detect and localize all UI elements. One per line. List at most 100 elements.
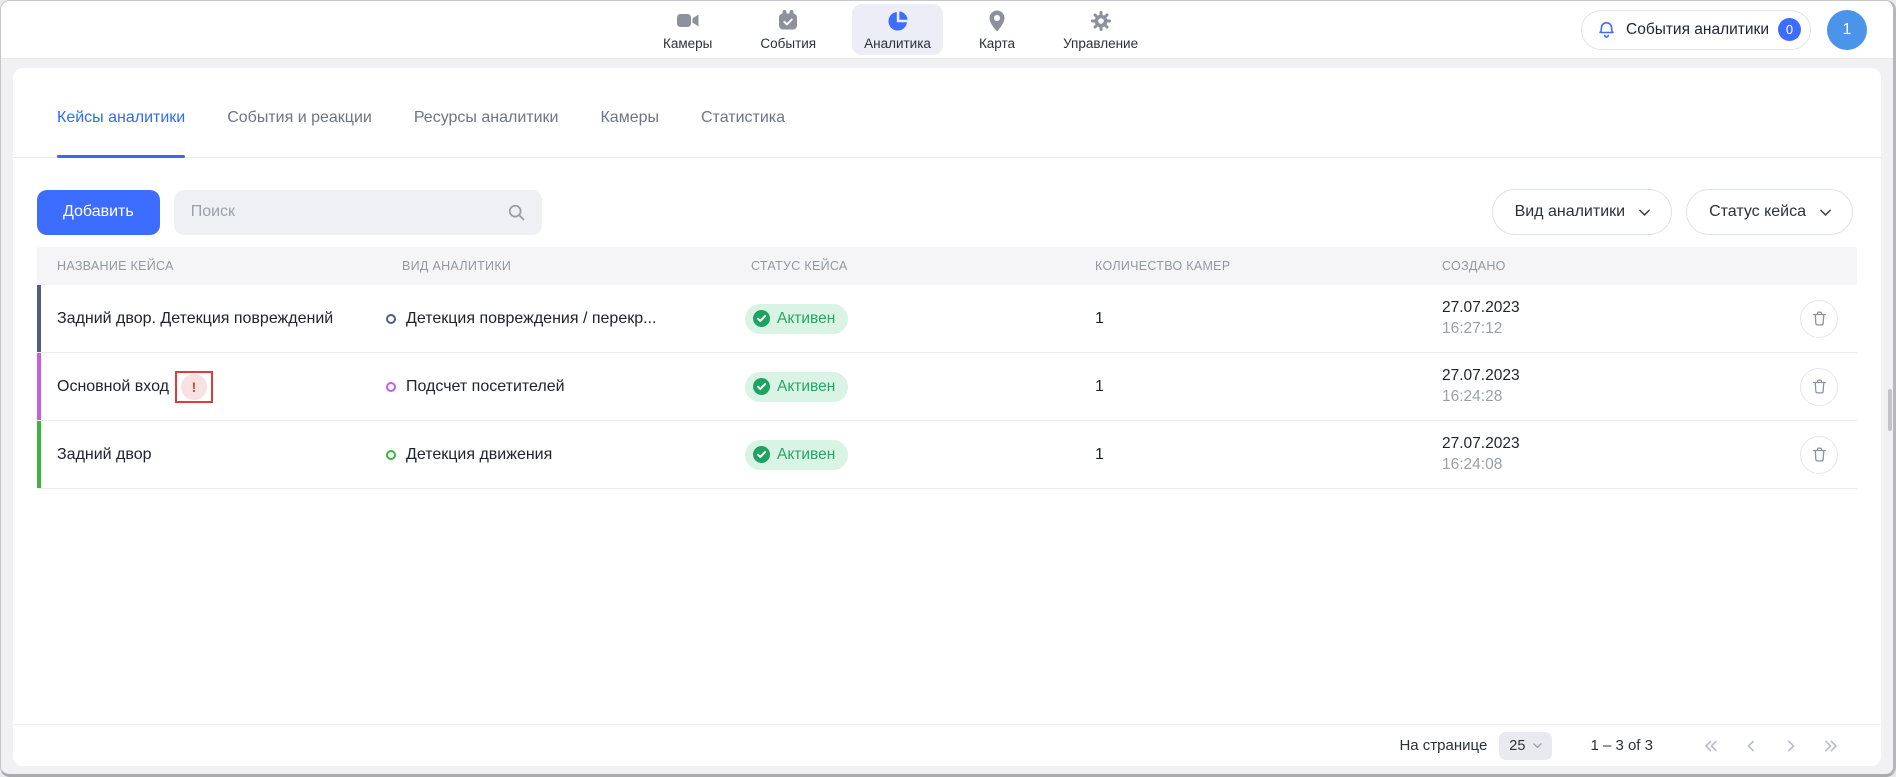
chevron-down-icon [1531,739,1544,752]
nav-item-analytics[interactable]: Аналитика [852,4,943,55]
search-input[interactable] [191,203,506,221]
last-page-button[interactable] [1821,736,1841,756]
status-badge: Активен [745,304,848,334]
pagination-range: 1 – 3 of 3 [1590,737,1653,754]
delete-case-button[interactable] [1800,368,1838,406]
table-row[interactable]: Задний двор Детекция движения Активен [37,421,1857,489]
created-time: 16:24:28 [1442,387,1781,407]
scrollbar-thumb[interactable] [1888,389,1892,431]
previous-page-button[interactable] [1741,736,1761,756]
per-page-label: На странице [1399,737,1487,754]
case-status-filter[interactable]: Статус кейса [1686,189,1853,235]
check-circle-icon [753,446,770,463]
cases-table: НАЗВАНИЕ КЕЙСА ВИД АНАЛИТИКИ СТАТУС КЕЙС… [37,247,1857,489]
chevron-right-icon [1781,736,1801,756]
created-at: 27.07.2023 16:24:08 [1422,434,1781,475]
nav-item-cameras[interactable]: Камеры [651,4,724,55]
add-button[interactable]: Добавить [37,190,160,235]
filter-label: Статус кейса [1709,203,1806,221]
per-page-select[interactable]: 25 [1499,732,1552,760]
avatar[interactable]: 1 [1827,10,1867,50]
per-page-value: 25 [1509,738,1525,754]
analytics-type-ring-icon [386,382,396,392]
main-nav: Камеры События Аналитика Карта [651,1,1150,58]
created-date: 27.07.2023 [1442,298,1781,318]
check-circle-icon [753,378,770,395]
analytics-type: Подсчет посетителей [382,378,731,396]
next-page-button[interactable] [1781,736,1801,756]
column-header-status: СТАТУС КЕЙСА [731,259,1075,273]
content-area: Кейсы аналитики События и реакции Ресурс… [1,59,1893,777]
double-chevron-left-icon [1701,736,1721,756]
table-row[interactable]: Основной вход ! Подсчет посетителей [37,353,1857,421]
tab-events-reactions[interactable]: События и реакции [227,68,372,157]
created-date: 27.07.2023 [1442,366,1781,386]
chevron-down-icon [1817,204,1834,221]
tabs: Кейсы аналитики События и реакции Ресурс… [13,68,1881,158]
nav-item-management[interactable]: Управление [1051,4,1150,55]
status-badge: Активен [745,372,848,402]
bell-icon [1596,19,1617,40]
top-bar: Камеры События Аналитика Карта [1,1,1893,59]
delete-case-button[interactable] [1800,300,1838,338]
analytics-card: Кейсы аналитики События и реакции Ресурс… [13,68,1881,766]
case-name: Задний двор [37,446,382,464]
analytics-type-ring-icon [386,314,396,324]
row-actions [1781,436,1857,474]
tab-analytics-cases[interactable]: Кейсы аналитики [57,68,185,157]
case-name: Задний двор. Детекция повреждений [37,310,382,328]
chevron-down-icon [1636,204,1653,221]
events-button-label: События аналитики [1626,21,1769,39]
tab-analytics-resources[interactable]: Ресурсы аналитики [414,68,559,157]
nav-item-label: События [760,36,816,51]
filter-label: Вид аналитики [1515,203,1626,221]
top-right-area: События аналитики 0 1 [1581,1,1867,58]
warning-highlight-box: ! [175,371,213,403]
delete-case-button[interactable] [1800,436,1838,474]
first-page-button[interactable] [1701,736,1721,756]
created-at: 27.07.2023 16:24:28 [1422,366,1781,407]
row-actions [1781,300,1857,338]
column-header-cameras: КОЛИЧЕСТВО КАМЕР [1075,259,1422,273]
video-camera-icon [676,9,700,33]
analytics-type-filter[interactable]: Вид аналитики [1492,189,1673,235]
created-at: 27.07.2023 16:27:12 [1422,298,1781,339]
case-status: Активен [731,440,1075,470]
events-count-badge: 0 [1778,18,1801,41]
chevron-left-icon [1741,736,1761,756]
analytics-events-button[interactable]: События аналитики 0 [1581,10,1811,50]
filters: Вид аналитики Статус кейса [1492,189,1853,235]
search-box[interactable] [174,190,542,235]
tab-cameras[interactable]: Камеры [600,68,659,157]
app-window: Камеры События Аналитика Карта [0,0,1896,777]
case-status: Активен [731,304,1075,334]
search-icon [506,202,527,223]
row-actions [1781,368,1857,406]
table-header: НАЗВАНИЕ КЕЙСА ВИД АНАЛИТИКИ СТАТУС КЕЙС… [37,247,1857,285]
created-date: 27.07.2023 [1442,434,1781,454]
created-time: 16:27:12 [1442,319,1781,339]
analytics-type-ring-icon [386,450,396,460]
nav-item-events[interactable]: События [748,4,828,55]
trash-icon [1810,445,1829,464]
status-badge: Активен [745,440,848,470]
warning-icon: ! [181,374,207,400]
analytics-type: Детекция повреждения / перекр... [382,310,731,328]
pie-chart-icon [886,9,910,33]
table-row[interactable]: Задний двор. Детекция повреждений Детекц… [37,285,1857,353]
column-header-type: ВИД АНАЛИТИКИ [382,259,731,273]
trash-icon [1810,377,1829,396]
camera-count: 1 [1075,378,1422,396]
nav-item-label: Карта [979,36,1015,51]
created-time: 16:24:08 [1442,455,1781,475]
camera-count: 1 [1075,310,1422,328]
pagination-controls [1701,736,1841,756]
nav-item-label: Управление [1063,36,1138,51]
nav-item-label: Аналитика [864,36,931,51]
nav-item-map[interactable]: Карта [967,4,1027,55]
gear-icon [1089,9,1113,33]
tab-statistics[interactable]: Статистика [701,68,785,157]
double-chevron-right-icon [1821,736,1841,756]
check-circle-icon [753,310,770,327]
trash-icon [1810,309,1829,328]
